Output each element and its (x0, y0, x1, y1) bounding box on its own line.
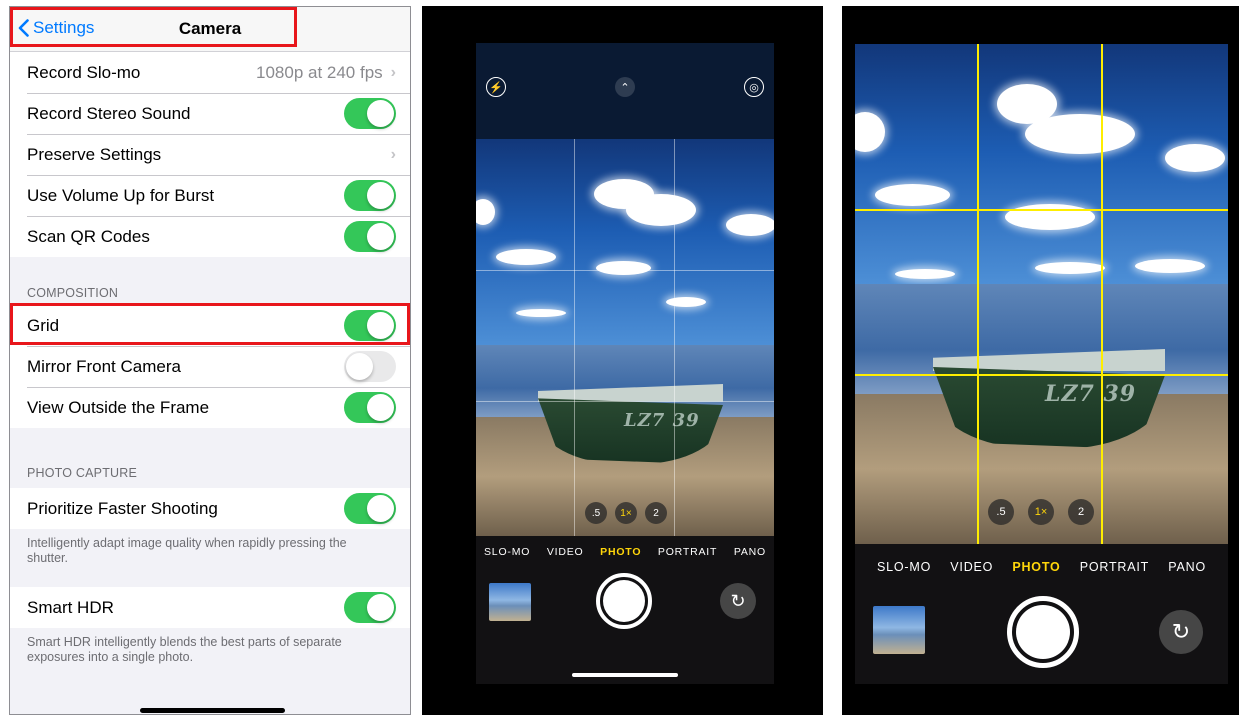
viewfinder-image: LZ7 39 (476, 139, 774, 536)
zoom-option[interactable]: 2 (645, 502, 667, 524)
home-indicator (140, 708, 285, 713)
smart-hdr-footer: Smart HDR intelligently blends the best … (27, 635, 342, 664)
home-indicator (572, 673, 678, 677)
camera-viewfinder-screen: LZ7 39 ⚡ ⌃ ◎ .5 1× 2 SLO-MO VIDEO PHOTO … (476, 43, 774, 684)
row-label: Record Stereo Sound (27, 103, 191, 123)
last-photo-thumbnail[interactable] (873, 606, 925, 654)
smart-hdr-toggle[interactable] (344, 592, 396, 623)
row-value: 1080p at 240 fps (256, 62, 383, 82)
row-label: View Outside the Frame (27, 397, 210, 417)
view-outside-frame-row: View Outside the Frame (10, 387, 410, 428)
shutter-button[interactable] (596, 573, 652, 629)
camera-screenshot-highlighted-grid: LZ7 39 .5 1× 2 SLO-MO VIDEO PHOTO PORTRA… (842, 6, 1239, 715)
row-label: Smart HDR (27, 597, 114, 617)
flip-camera-icon[interactable]: ↻ (1159, 610, 1203, 654)
zoom-option[interactable]: .5 (988, 499, 1014, 525)
mode-video[interactable]: VIDEO (950, 560, 993, 574)
mode-portrait[interactable]: PORTRAIT (1080, 560, 1149, 574)
smart-hdr-group: Smart HDR (10, 587, 410, 628)
grid-highlight-box (10, 303, 410, 345)
mode-pano[interactable]: PANO (1168, 560, 1206, 574)
record-slomo-row[interactable]: Record Slo-mo 1080p at 240 fps › (10, 52, 410, 93)
record-stereo-sound-toggle[interactable] (344, 98, 396, 129)
shutter-button[interactable] (1007, 596, 1079, 668)
camera-top-bar: ⚡ ⌃ ◎ (476, 43, 774, 139)
flip-camera-icon[interactable]: ↻ (720, 583, 756, 619)
volume-up-burst-row: Use Volume Up for Burst (10, 175, 410, 216)
mode-selector: SLO-MO VIDEO PHOTO PORTRAIT PANO (476, 546, 774, 558)
row-label: Mirror Front Camera (27, 356, 181, 376)
row-label: Use Volume Up for Burst (27, 185, 215, 205)
mode-selector: SLO-MO VIDEO PHOTO PORTRAIT PANO (855, 560, 1228, 574)
mode-slomo[interactable]: SLO-MO (877, 560, 931, 574)
live-photo-icon[interactable]: ◎ (744, 77, 764, 97)
mode-photo[interactable]: PHOTO (1012, 560, 1060, 574)
prioritize-faster-shooting-row: Prioritize Faster Shooting (10, 488, 410, 529)
last-photo-thumbnail[interactable] (489, 583, 531, 621)
mirror-front-camera-toggle[interactable] (344, 351, 396, 382)
camera-viewfinder-screen: LZ7 39 .5 1× 2 SLO-MO VIDEO PHOTO PORTRA… (855, 44, 1228, 684)
flash-icon[interactable]: ⚡ (486, 77, 506, 97)
smart-hdr-row: Smart HDR (10, 587, 410, 628)
camera-bottom-bar: SLO-MO VIDEO PHOTO PORTRAIT PANO ↻ (855, 544, 1228, 684)
viewfinder-image: LZ7 39 (855, 44, 1228, 544)
mode-slomo[interactable]: SLO-MO (484, 546, 530, 558)
zoom-option[interactable]: 2 (1068, 499, 1094, 525)
row-label: Scan QR Codes (27, 226, 150, 246)
photo-capture-header: PHOTO CAPTURE (27, 466, 138, 480)
volume-up-burst-toggle[interactable] (344, 180, 396, 211)
mode-portrait[interactable]: PORTRAIT (658, 546, 717, 558)
record-stereo-sound-row: Record Stereo Sound (10, 93, 410, 134)
zoom-option-active[interactable]: 1× (1028, 499, 1054, 525)
preserve-settings-row[interactable]: Preserve Settings › (10, 134, 410, 175)
prioritize-faster-shooting-toggle[interactable] (344, 493, 396, 524)
camera-bottom-bar: SLO-MO VIDEO PHOTO PORTRAIT PANO ↻ (476, 536, 774, 684)
composition-header: COMPOSITION (27, 286, 119, 300)
row-label: Prioritize Faster Shooting (27, 498, 218, 518)
camera-options-group: Record Slo-mo 1080p at 240 fps › Record S… (10, 52, 410, 257)
row-label: Record Slo-mo (27, 62, 141, 82)
chevron-up-icon[interactable]: ⌃ (615, 77, 635, 97)
zoom-selector: .5 1× 2 (585, 502, 667, 524)
boat-registration: LZ7 39 (1045, 381, 1137, 407)
scan-qr-codes-toggle[interactable] (344, 221, 396, 252)
nav-highlight-box (10, 7, 297, 47)
zoom-option[interactable]: .5 (585, 502, 607, 524)
mode-video[interactable]: VIDEO (547, 546, 584, 558)
photo-capture-group: Prioritize Faster Shooting (10, 488, 410, 529)
camera-settings-panel: Settings Camera Record Slo-mo 1080p at 2… (9, 6, 411, 715)
camera-screenshot-default-grid: LZ7 39 ⚡ ⌃ ◎ .5 1× 2 SLO-MO VIDEO PHOTO … (422, 6, 823, 715)
photo-capture-footer: Intelligently adapt image quality when r… (27, 536, 347, 565)
boat-registration: LZ7 39 (624, 410, 700, 431)
mirror-front-camera-row: Mirror Front Camera (10, 346, 410, 387)
mode-photo[interactable]: PHOTO (600, 546, 641, 558)
row-label: Preserve Settings (27, 144, 162, 164)
scan-qr-codes-row: Scan QR Codes (10, 216, 410, 257)
zoom-option-active[interactable]: 1× (615, 502, 637, 524)
chevron-right-icon: › (390, 145, 396, 163)
mode-pano[interactable]: PANO (734, 546, 766, 558)
view-outside-frame-toggle[interactable] (344, 392, 396, 423)
zoom-selector: .5 1× 2 (988, 499, 1094, 525)
chevron-right-icon: › (390, 63, 396, 81)
